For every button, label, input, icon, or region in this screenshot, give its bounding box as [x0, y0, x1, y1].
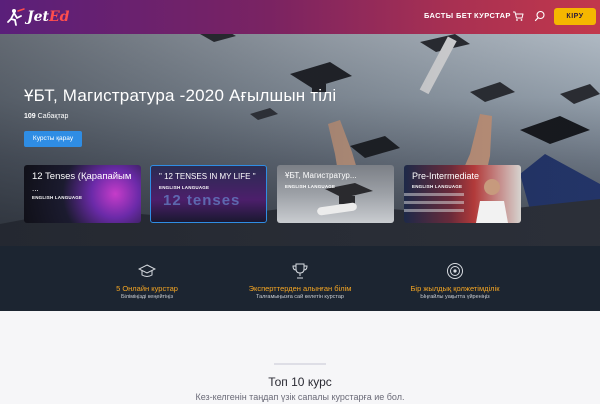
- feature-yearly-access: Бір жылдық қолжетімділік Ыңғайлы уақытта…: [355, 246, 555, 311]
- section-divider: [274, 363, 326, 365]
- jeted-logo[interactable]: JetEd: [6, 6, 69, 28]
- target-icon: [447, 263, 463, 279]
- search-icon[interactable]: [534, 10, 546, 22]
- section-subtitle: Кез-келгенін таңдап үзік сапалы курстарғ…: [195, 392, 405, 402]
- logo-figure-icon: [7, 8, 25, 26]
- feature-title: Бір жылдық қолжетімділік: [410, 284, 500, 293]
- trophy-icon: [292, 263, 308, 279]
- course-card-category: ENGLISH LANGUAGE: [159, 185, 210, 190]
- course-card-category: ENGLISH LANGUAGE: [412, 184, 463, 189]
- lesson-count-value: 109: [24, 113, 36, 120]
- section-title: Топ 10 курс: [268, 375, 332, 389]
- login-button[interactable]: КІРУ: [554, 8, 596, 25]
- course-card-title: 12 Tenses (Қарапайым: [32, 171, 132, 182]
- lesson-count: 109 Сабақтар: [24, 113, 68, 120]
- top-navbar: JetEd БАСТЫ БЕТ КУРСТАР КІРУ: [0, 0, 600, 34]
- course-card-title: ҰБТ, Магистратур...: [285, 171, 357, 180]
- course-card-category: ENGLISH LANGUAGE: [285, 184, 336, 189]
- course-card-title: Pre-Intermediate: [412, 171, 480, 181]
- course-card[interactable]: ҰБТ, Магистратур... ENGLISH LANGUAGE: [277, 165, 394, 223]
- course-card[interactable]: " 12 TENSES IN MY LIFE " ENGLISH LANGUAG…: [150, 165, 267, 223]
- feature-subtitle: Ыңғайлы уақытта үйреніңіз: [420, 294, 490, 300]
- top-courses-section: Топ 10 курс Кез-келгенін таңдап үзік сап…: [0, 311, 600, 404]
- nav-link-courses[interactable]: КУРСТАР: [474, 11, 511, 20]
- view-course-button[interactable]: Курсты қарау: [24, 131, 82, 147]
- hero-course-title: ҰБТ, Магистратура -2020 Ағылшын тілі: [24, 86, 337, 105]
- course-card-ellipsis: ...: [32, 184, 39, 193]
- course-card-title: " 12 TENSES IN MY LIFE ": [159, 172, 256, 181]
- course-card-image-text: 12 tenses: [163, 192, 241, 209]
- nav-link-home[interactable]: БАСТЫ БЕТ: [424, 11, 472, 20]
- course-card[interactable]: 12 Tenses (Қарапайым ... ENGLISH LANGUAG…: [24, 165, 141, 223]
- graduation-cap-icon: [138, 264, 156, 277]
- cart-icon[interactable]: [512, 10, 524, 22]
- features-bar: 5 Онлайн курстар Біліміңізді кеңейтіңіз …: [0, 246, 600, 311]
- course-card-category: ENGLISH LANGUAGE: [32, 195, 83, 200]
- course-card[interactable]: Pre-Intermediate ENGLISH LANGUAGE: [404, 165, 521, 223]
- lesson-count-label: Сабақтар: [37, 113, 69, 120]
- logo-text: JetEd: [27, 9, 70, 25]
- hero-banner: ҰБТ, Магистратура -2020 Ағылшын тілі 109…: [0, 34, 600, 246]
